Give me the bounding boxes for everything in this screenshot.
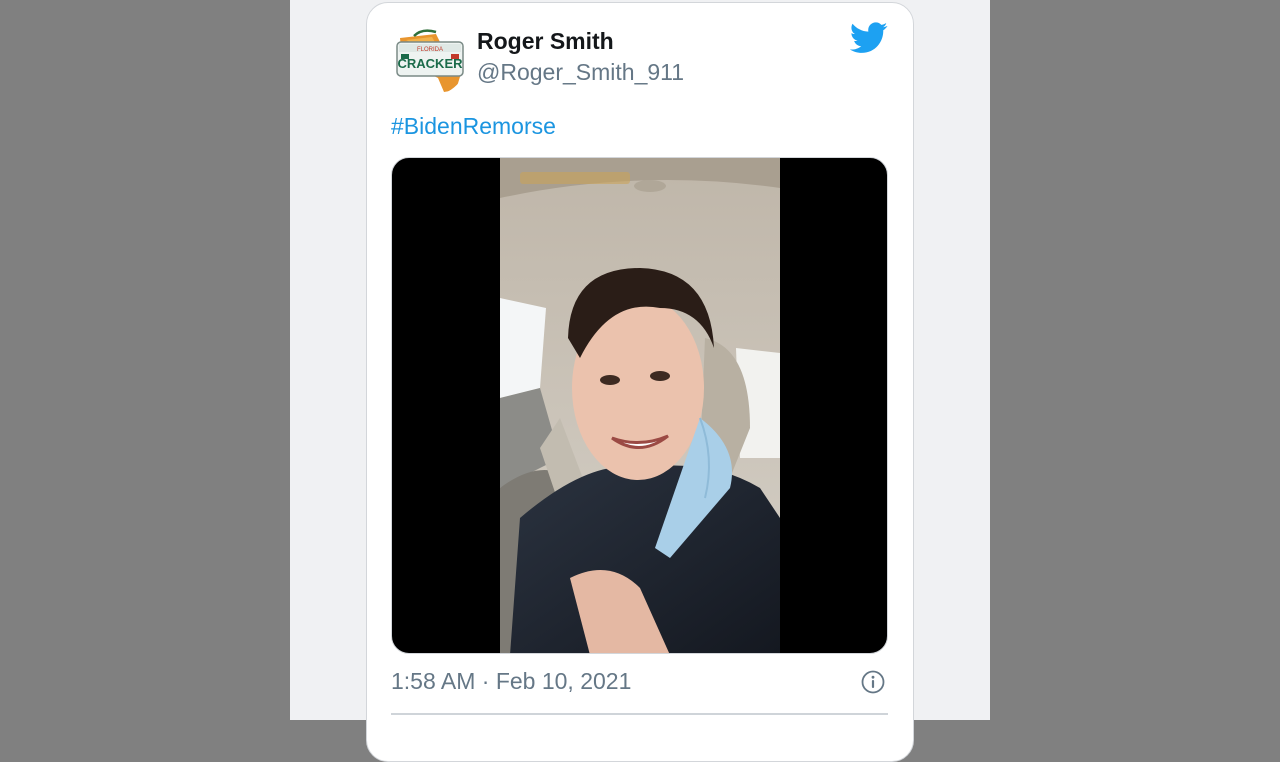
info-icon[interactable]	[861, 670, 885, 694]
avatar-image: FLORIDA CRACKER	[392, 20, 468, 96]
author-handle[interactable]: @Roger_Smith_911	[477, 59, 684, 86]
divider	[391, 713, 888, 715]
video-thumbnail	[500, 158, 780, 653]
twitter-bird-icon[interactable]	[849, 22, 888, 54]
tweet-video[interactable]	[391, 157, 888, 654]
avatar[interactable]: FLORIDA CRACKER	[392, 20, 468, 96]
svg-text:FLORIDA: FLORIDA	[417, 47, 443, 53]
author-display-name[interactable]: Roger Smith	[477, 28, 614, 55]
hashtag-link[interactable]: #BidenRemorse	[391, 113, 556, 140]
tweet-timestamp[interactable]: 1:58 AM · Feb 10, 2021	[391, 668, 631, 695]
